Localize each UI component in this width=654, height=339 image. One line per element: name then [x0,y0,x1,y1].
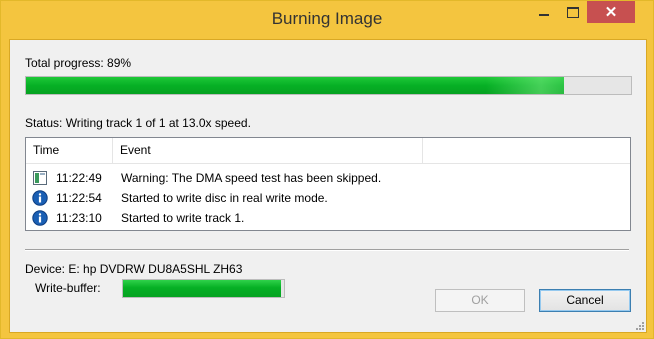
column-header-event[interactable]: Event [113,138,423,163]
cancel-button[interactable]: Cancel [539,289,631,312]
status-text: Status: Writing track 1 of 1 at 13.0x sp… [25,116,251,130]
total-progress-bar [25,76,632,95]
event-log-list[interactable]: Time Event 11:22:49 Warning: The DMA spe… [25,137,631,231]
event-text: Started to write disc in real write mode… [121,191,328,205]
info-icon [32,190,48,206]
info-icon [32,210,48,226]
device-label: Device: E: hp DVDRW DU8A5SHL ZH63 [25,262,243,276]
maximize-button[interactable] [559,1,587,23]
minimize-button[interactable] [530,1,558,23]
event-text: Started to write track 1. [121,211,245,225]
burning-image-dialog: Burning Image ✕ Total progress: 89% Stat… [0,0,654,339]
title-bar[interactable]: Burning Image ✕ [1,1,653,38]
event-time: 11:23:10 [56,211,102,225]
divider [25,249,629,251]
list-header: Time Event [26,138,630,164]
column-header-time[interactable]: Time [26,138,113,163]
total-progress-fill [26,77,565,94]
close-icon: ✕ [604,3,618,21]
total-progress-label: Total progress: 89% [25,56,132,70]
write-buffer-bar [122,279,285,298]
resize-grip-icon[interactable] [635,321,645,331]
write-buffer-label: Write-buffer: [35,281,101,295]
event-time: 11:22:54 [56,191,102,205]
write-buffer-fill [123,280,281,297]
maximize-icon [567,6,579,18]
event-text: Warning: The DMA speed test has been ski… [121,171,382,185]
warning-icon [33,171,47,185]
event-time: 11:22:49 [56,171,102,185]
close-button[interactable]: ✕ [587,1,635,23]
dialog-body: Total progress: 89% Status: Writing trac… [9,39,647,333]
list-item[interactable]: 11:22:54 Started to write disc in real w… [26,188,630,208]
list-item[interactable]: 11:22:49 Warning: The DMA speed test has… [26,168,630,188]
minimize-icon [539,14,549,16]
ok-button[interactable]: OK [435,289,525,312]
list-item[interactable]: 11:23:10 Started to write track 1. [26,208,630,228]
